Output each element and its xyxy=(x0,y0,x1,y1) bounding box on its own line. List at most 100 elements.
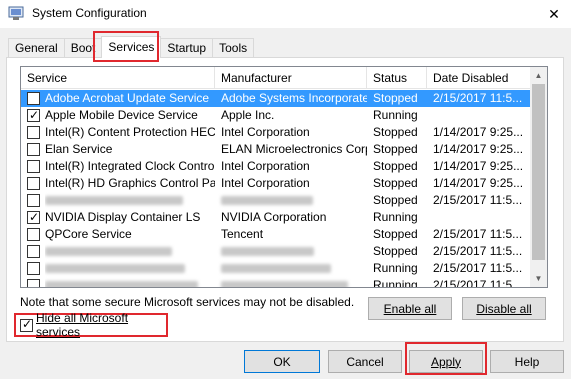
tab-general[interactable]: General xyxy=(8,38,65,58)
service-cell: Adobe Acrobat Update Service xyxy=(21,90,215,107)
column-header-status[interactable]: Status xyxy=(367,67,427,89)
close-icon: ✕ xyxy=(548,5,560,22)
vertical-scrollbar[interactable]: ▲ ▼ xyxy=(530,67,547,287)
service-cell: Elan Service xyxy=(21,141,215,158)
date-disabled-cell: 2/15/2017 11:5... xyxy=(433,193,523,207)
title-bar: System Configuration ✕ xyxy=(0,0,571,28)
service-checkbox[interactable] xyxy=(27,107,40,124)
table-row[interactable]: Intel(R) Integrated Clock Contro... Intel… xyxy=(21,158,531,175)
table-row[interactable]: Intel(R) HD Graphics Control Pa... Intel … xyxy=(21,175,531,192)
service-checkbox[interactable] xyxy=(27,194,40,207)
services-tab-highlight xyxy=(93,31,159,62)
service-cell: Apple Mobile Device Service xyxy=(21,107,215,124)
status-cell: Running xyxy=(373,210,418,224)
table-row[interactable]: QPCore Service Tencent Stopped 2/15/2017 11… xyxy=(21,226,531,243)
status-cell: Stopped xyxy=(373,159,418,173)
service-cell xyxy=(21,192,215,209)
manufacturer-cell xyxy=(215,243,367,260)
hide-microsoft-services-label: Hide all Microsoft services xyxy=(36,311,129,339)
scroll-thumb[interactable] xyxy=(532,84,545,260)
manufacturer-cell: Intel Corporation xyxy=(221,176,310,190)
column-header-service[interactable]: Service xyxy=(21,67,215,89)
table-row[interactable]: Running 2/15/2017 11:5... xyxy=(21,277,531,288)
table-row[interactable]: Stopped 2/15/2017 11:5... xyxy=(21,243,531,260)
disable-all-button[interactable]: Disable all xyxy=(462,297,546,320)
redacted-text xyxy=(221,264,331,274)
help-label: Help xyxy=(514,354,540,369)
services-list[interactable]: Service Manufacturer Status Date Disable… xyxy=(20,66,548,288)
date-disabled-cell: 2/15/2017 11:5... xyxy=(433,91,523,105)
date-disabled-cell: 2/15/2017 11:5... xyxy=(433,278,523,288)
service-name: Intel(R) HD Graphics Control Pa... xyxy=(45,176,215,190)
column-header-manufacturer[interactable]: Manufacturer xyxy=(215,67,367,89)
service-checkbox[interactable] xyxy=(27,209,40,226)
service-name: Intel(R) Integrated Clock Contro... xyxy=(45,159,215,173)
redacted-text xyxy=(45,281,198,287)
cancel-button[interactable]: Cancel xyxy=(328,350,402,373)
date-disabled-cell: 2/15/2017 11:5... xyxy=(433,227,523,241)
scroll-up-icon[interactable]: ▲ xyxy=(530,67,547,84)
redacted-text xyxy=(45,264,185,274)
redacted-text xyxy=(45,247,172,257)
ok-label: OK xyxy=(273,354,291,369)
service-name: Apple Mobile Device Service xyxy=(45,108,198,122)
tab-startup[interactable]: Startup xyxy=(160,38,214,58)
apply-button-highlight xyxy=(405,342,487,375)
service-cell xyxy=(21,243,215,260)
service-name: Elan Service xyxy=(45,142,113,156)
date-disabled-cell: 1/14/2017 9:25... xyxy=(433,159,524,173)
date-disabled-cell xyxy=(427,107,531,124)
redacted-text xyxy=(221,196,313,206)
service-cell: QPCore Service xyxy=(21,226,215,243)
service-cell: Intel(R) Integrated Clock Contro... xyxy=(21,158,215,175)
table-row[interactable]: NVIDIA Display Container LS NVIDIA Corpor… xyxy=(21,209,531,226)
status-cell: Running xyxy=(373,261,418,275)
disable-all-label: Disable all xyxy=(476,301,532,316)
service-name: QPCore Service xyxy=(45,227,132,241)
enable-all-button[interactable]: Enable all xyxy=(368,297,452,320)
table-row[interactable]: Adobe Acrobat Update Service Adobe System… xyxy=(21,90,531,107)
service-checkbox[interactable] xyxy=(27,160,40,173)
status-cell: Stopped xyxy=(373,244,418,258)
redacted-text xyxy=(45,196,183,206)
help-button[interactable]: Help xyxy=(490,350,564,373)
manufacturer-cell: Adobe Systems Incorporated xyxy=(221,91,367,105)
manufacturer-cell xyxy=(215,192,367,209)
enable-all-label: Enable all xyxy=(383,301,437,316)
ok-button[interactable]: OK xyxy=(244,350,320,373)
table-row[interactable]: Running 2/15/2017 11:5... xyxy=(21,260,531,277)
manufacturer-cell xyxy=(215,260,367,277)
close-button[interactable]: ✕ xyxy=(537,0,571,28)
service-checkbox[interactable] xyxy=(27,177,40,190)
redacted-text xyxy=(221,281,348,287)
service-cell: Intel(R) HD Graphics Control Pa... xyxy=(21,175,215,192)
scroll-down-icon[interactable]: ▼ xyxy=(530,270,547,287)
service-checkbox[interactable] xyxy=(27,245,40,258)
table-row[interactable]: Elan Service ELAN Microelectronics Corp. S… xyxy=(21,141,531,158)
list-rows: Adobe Acrobat Update Service Adobe System… xyxy=(21,90,531,288)
service-checkbox[interactable] xyxy=(27,228,40,241)
service-checkbox[interactable] xyxy=(27,262,40,275)
service-checkbox[interactable] xyxy=(27,279,40,287)
status-cell: Stopped xyxy=(373,193,418,207)
hide-microsoft-services-checkbox[interactable]: Hide all Microsoft services xyxy=(14,311,168,339)
service-cell: NVIDIA Display Container LS xyxy=(21,209,215,226)
service-checkbox[interactable] xyxy=(27,126,40,139)
service-checkbox[interactable] xyxy=(27,92,40,105)
service-name xyxy=(45,260,215,277)
service-cell: Intel(R) Content Protection HEC... xyxy=(21,124,215,141)
list-header: Service Manufacturer Status Date Disable… xyxy=(21,67,531,89)
service-cell xyxy=(21,260,215,277)
table-row[interactable]: Stopped 2/15/2017 11:5... xyxy=(21,192,531,209)
tab-tools[interactable]: Tools xyxy=(212,38,255,58)
table-row[interactable]: Apple Mobile Device Service Apple Inc. Run… xyxy=(21,107,531,124)
manufacturer-cell: Intel Corporation xyxy=(221,125,310,139)
date-disabled-cell: 2/15/2017 11:5... xyxy=(433,244,523,258)
date-disabled-cell: 1/14/2017 9:25... xyxy=(433,176,524,190)
table-row[interactable]: Intel(R) Content Protection HEC... Intel … xyxy=(21,124,531,141)
secure-services-note: Note that some secure Microsoft services… xyxy=(20,295,355,309)
service-checkbox[interactable] xyxy=(27,143,40,156)
service-name: Intel(R) Content Protection HEC... xyxy=(45,125,215,139)
service-name xyxy=(45,243,215,260)
column-header-date-disabled[interactable]: Date Disabled xyxy=(427,67,531,89)
